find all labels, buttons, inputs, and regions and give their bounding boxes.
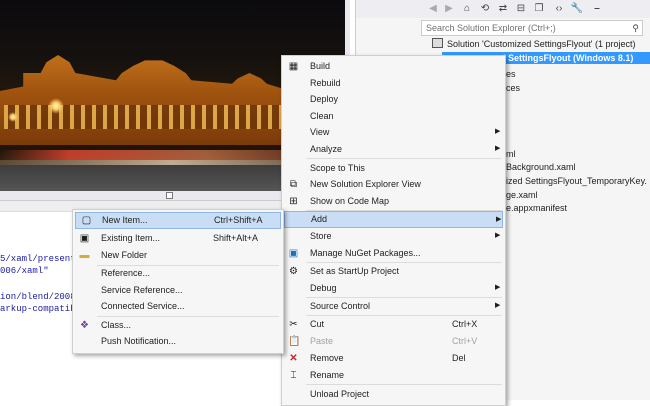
menu-separator [306, 158, 502, 159]
build-icon: ▦ [288, 61, 299, 72]
nuget-icon: ▣ [288, 248, 299, 259]
tree-item[interactable]: es [506, 69, 516, 79]
menu-item-push-notification[interactable]: Push Notification... [73, 333, 283, 349]
home-icon[interactable]: ⌂ [460, 2, 474, 16]
new-item-icon: ▢ [81, 215, 92, 226]
solution-explorer-toolbar: ◀ ▶ ⌂ ⟲ ⇄ ⊟ ❐ ‹› 🔧 – [356, 0, 650, 18]
menu-item-manage-nuget[interactable]: ▣ Manage NuGet Packages... [282, 245, 505, 261]
add-submenu: ▢ New Item... Ctrl+Shift+A ▣ Existing It… [72, 209, 284, 354]
menu-item-deploy[interactable]: Deploy [282, 91, 505, 107]
submenu-arrow-icon: ▶ [496, 216, 502, 223]
menu-item-set-startup[interactable]: ⚙ Set as StartUp Project [282, 263, 505, 279]
menu-item-store[interactable]: Store ▶ [282, 228, 505, 244]
menu-item-debug[interactable]: Debug ▶ [282, 280, 505, 296]
menu-item-cut[interactable]: ✂ Cut Ctrl+X [282, 316, 505, 332]
menu-item-new-item[interactable]: ▢ New Item... Ctrl+Shift+A [75, 212, 281, 229]
scissors-icon: ✂ [289, 319, 298, 330]
menu-item-scope-to-this[interactable]: Scope to This [282, 160, 505, 176]
submenu-arrow-icon: ▶ [495, 284, 501, 291]
code-line[interactable]: 5/xaml/present [0, 254, 76, 264]
history-icon[interactable]: ⟲ [478, 2, 492, 16]
resize-handle[interactable] [166, 192, 173, 199]
tree-item-solution[interactable]: Solution 'Customized SettingsFlyout' (1 … [432, 38, 636, 49]
tree-item[interactable]: ml [506, 149, 516, 159]
menu-item-add[interactable]: Add ▶ [284, 211, 503, 228]
menu-item-build[interactable]: ▦ Build [282, 58, 505, 74]
menu-item-service-reference[interactable]: Service Reference... [73, 282, 283, 298]
class-icon: ❖ [80, 320, 89, 331]
menu-item-new-solution-explorer-view[interactable]: ⧉ New Solution Explorer View [282, 176, 505, 192]
submenu-arrow-icon: ▶ [495, 128, 501, 135]
tree-item[interactable]: e.appxmanifest [506, 203, 567, 213]
menu-item-source-control[interactable]: Source Control ▶ [282, 298, 505, 314]
menu-item-analyze[interactable]: Analyze ▶ [282, 141, 505, 157]
menu-item-rename[interactable]: ⌶ Rename [282, 367, 505, 383]
code-line[interactable]: arkup-compatib [0, 304, 76, 314]
menu-item-show-on-code-map[interactable]: ⊞ Show on Code Map [282, 193, 505, 209]
new-view-icon: ⧉ [289, 179, 298, 190]
existing-item-icon: ▣ [79, 233, 90, 244]
solution-icon [432, 38, 443, 48]
properties-icon[interactable]: 🔧 [570, 2, 584, 16]
menu-item-existing-item[interactable]: ▣ Existing Item... Shift+Alt+A [73, 230, 283, 246]
submenu-arrow-icon: ▶ [495, 302, 501, 309]
back-icon[interactable]: ◀ [426, 2, 440, 16]
code-icon[interactable]: ‹› [552, 2, 566, 16]
project-context-menu: ▦ Build Rebuild Deploy Clean View ▶ Anal… [281, 55, 506, 406]
remove-icon: ✕ [289, 353, 298, 364]
sync-icon[interactable]: ⇄ [496, 2, 510, 16]
code-line[interactable]: ion/blend/2008 [0, 292, 76, 302]
menu-item-new-folder[interactable]: ▬ New Folder [73, 247, 283, 263]
tree-item[interactable]: ge.xaml [506, 190, 538, 200]
code-line[interactable]: 006/xaml" [0, 266, 49, 276]
collapse-icon[interactable]: ⊟ [514, 2, 528, 16]
menu-item-reference[interactable]: Reference... [73, 265, 283, 281]
menu-item-class[interactable]: ❖ Class... [73, 317, 283, 333]
pin-icon[interactable]: – [590, 2, 604, 16]
menu-item-paste[interactable]: 📋 Paste Ctrl+V [282, 333, 505, 349]
rename-icon: ⌶ [290, 370, 297, 381]
search-icon[interactable]: ⚲ [632, 21, 639, 35]
tree-item[interactable]: Background.xaml [506, 162, 576, 172]
tree-item[interactable]: ized SettingsFlyout_TemporaryKey. [506, 176, 647, 186]
solution-explorer-search-input[interactable]: Search Solution Explorer (Ctrl+;) ⚲ [421, 20, 643, 36]
menu-item-connected-service[interactable]: Connected Service... [73, 298, 283, 314]
folder-icon: ▬ [79, 250, 90, 261]
code-map-icon: ⊞ [289, 196, 298, 207]
gear-icon: ⚙ [289, 266, 298, 277]
menu-separator [306, 384, 502, 385]
menu-item-view[interactable]: View ▶ [282, 124, 505, 140]
submenu-arrow-icon: ▶ [495, 232, 501, 239]
menu-item-rebuild[interactable]: Rebuild [282, 75, 505, 91]
menu-item-remove[interactable]: ✕ Remove Del [282, 350, 505, 366]
paste-icon: 📋 [288, 336, 301, 347]
forward-icon[interactable]: ▶ [442, 2, 456, 16]
tree-item[interactable]: ces [506, 83, 520, 93]
menu-item-clean[interactable]: Clean [282, 108, 505, 124]
submenu-arrow-icon: ▶ [495, 145, 501, 152]
copy-icon[interactable]: ❐ [532, 2, 546, 16]
